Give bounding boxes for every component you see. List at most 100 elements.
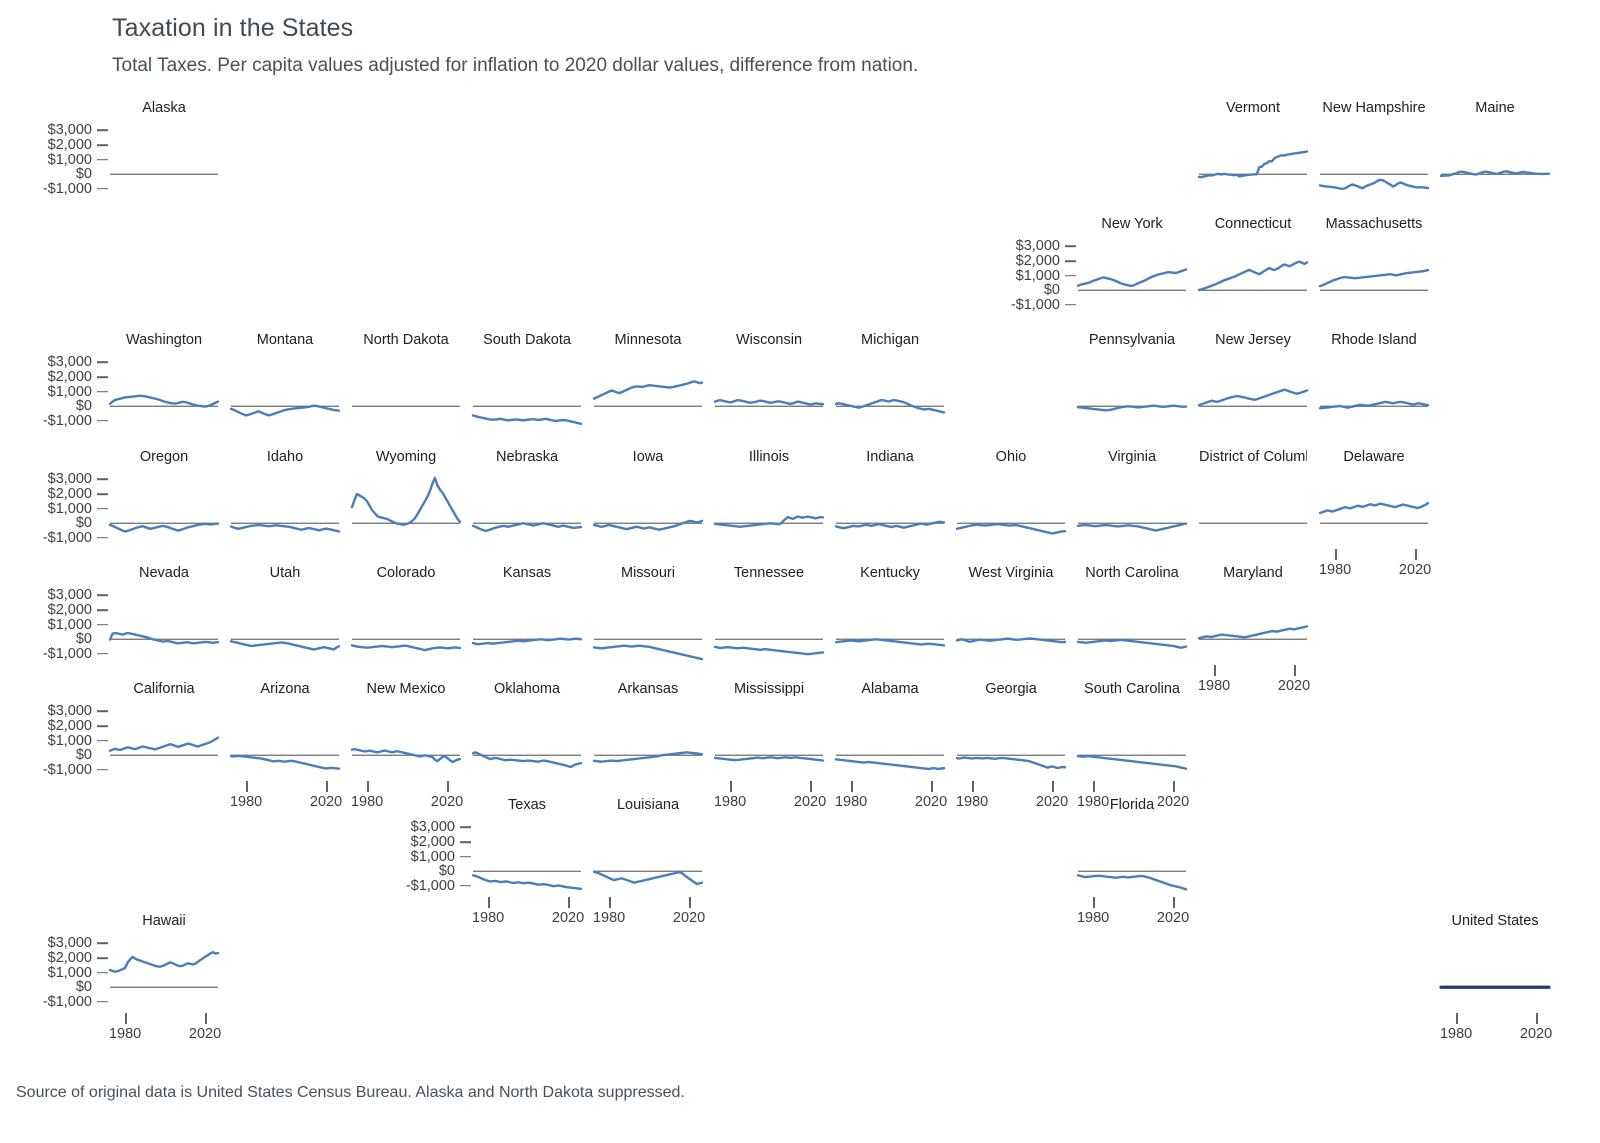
y-tick-mark: [1065, 245, 1076, 248]
y-axis: $3,000 $2,000 $1,000 $0 -$1,000: [1011, 238, 1078, 313]
panel-plot: [955, 591, 1067, 659]
x-tick-mark: [1093, 897, 1095, 908]
panel-plot: [1199, 475, 1307, 543]
panel-title: Oregon: [139, 449, 189, 465]
y-tick-label: $0: [75, 166, 92, 183]
x-tick-mark: [568, 897, 570, 908]
panel-plot: [1076, 823, 1188, 891]
panel-title: Utah: [269, 565, 301, 581]
panel-title: United States: [1451, 913, 1539, 929]
y-tick-mark: [97, 609, 108, 611]
series-line: [592, 751, 704, 763]
panel-title: Delaware: [1343, 449, 1405, 465]
x-tick-label: 1980: [955, 794, 989, 810]
panel-title: District of Columb: [1199, 449, 1307, 465]
panel-plot: [108, 591, 220, 659]
y-tick-label: $0: [438, 863, 455, 880]
x-tick-mark: [205, 1013, 207, 1024]
panel-plot: [1197, 591, 1309, 659]
panel-plot: [350, 707, 462, 775]
panel-plot: [592, 475, 704, 543]
y-axis: $3,000 $2,000 $1,000 $0 -$1,000: [43, 354, 110, 429]
panel-title: Texas: [508, 797, 546, 813]
panel-title: Connecticut: [1214, 216, 1292, 232]
panel-title: North Dakota: [363, 332, 449, 348]
x-tick-mark: [1173, 897, 1175, 908]
panel-plot: [471, 707, 583, 775]
y-tick-label: $2,000: [47, 486, 92, 502]
panel-title: Colorado: [376, 565, 436, 581]
y-tick-label: $2,000: [47, 718, 92, 734]
series-line: [713, 398, 825, 406]
series-line: [471, 874, 583, 891]
panel-title: Rhode Island: [1331, 332, 1417, 348]
y-tick-mark: [1065, 304, 1076, 306]
panel-title: Nevada: [139, 565, 189, 581]
y-tick-label: $1,000: [1015, 267, 1060, 284]
y-tick-mark: [97, 478, 108, 481]
y-tick-mark: [97, 376, 108, 378]
panel-plot: [471, 358, 583, 426]
series-line: [1318, 400, 1430, 410]
y-tick-label: $3,000: [47, 703, 92, 720]
panel-plot: [108, 358, 220, 426]
panel-title: New Hampshire: [1322, 100, 1426, 116]
x-tick-mark: [125, 1013, 127, 1024]
y-tick-label: $2,000: [47, 137, 92, 153]
series-line: [1197, 388, 1309, 407]
x-tick-mark: [810, 781, 812, 792]
series-line: [471, 414, 583, 426]
panel-title: Wisconsin: [735, 332, 803, 348]
series-line: [1197, 150, 1309, 179]
panel-plot: [229, 358, 341, 426]
y-tick-mark: [97, 144, 108, 146]
x-tick-mark: [1415, 549, 1417, 560]
series-line: [592, 380, 704, 400]
panel-plot: [229, 707, 341, 775]
x-tick-mark: [609, 897, 611, 908]
x-tick-label: 1980: [1318, 562, 1352, 578]
panel-title: Washington: [125, 332, 203, 348]
y-axis: $3,000 $2,000 $1,000 $0 -$1,000: [43, 471, 110, 546]
x-tick-label: 1980: [229, 794, 263, 810]
x-tick-mark: [1335, 549, 1337, 560]
y-tick-label: $0: [75, 398, 92, 415]
panel-title: Idaho: [266, 449, 304, 465]
panel-plot: [1318, 358, 1430, 426]
panel-plot: [713, 707, 825, 775]
x-tick-label: 2020: [1398, 562, 1432, 578]
series-line: [713, 756, 825, 762]
panel-plot: [592, 823, 704, 891]
x-tick-label: 2020: [1035, 794, 1069, 810]
series-line: [592, 870, 704, 886]
y-tick-label: $2,000: [47, 950, 92, 966]
series-line: [229, 404, 341, 417]
panel-plot: [1197, 242, 1309, 310]
panel-plot: [1439, 939, 1551, 1007]
x-tick-mark: [1093, 781, 1095, 792]
panel-title: New Mexico: [366, 681, 446, 697]
series-line: [1076, 268, 1188, 288]
panel-plot: [1197, 358, 1309, 426]
y-tick-label: $0: [1043, 282, 1060, 299]
y-tick-label: $1,000: [47, 964, 92, 981]
series-line: [350, 644, 462, 652]
y-tick-label: -$1,000: [42, 993, 92, 1010]
y-tick-mark: [97, 942, 108, 945]
y-tick-label: $1,000: [410, 848, 455, 865]
y-tick-label: $3,000: [47, 122, 92, 139]
panel-title: New Jersey: [1215, 332, 1291, 348]
y-tick-label: $3,000: [47, 471, 92, 488]
y-tick-mark: [97, 129, 108, 132]
x-tick-mark: [367, 781, 369, 792]
x-tick-mark: [931, 781, 933, 792]
panel-plot: [834, 475, 946, 543]
panel-plot: [713, 358, 825, 426]
source-note: Source of original data is United States…: [16, 1084, 685, 1101]
x-tick-mark: [1214, 665, 1216, 676]
series-line: [1197, 625, 1309, 640]
panel-plot: [592, 358, 704, 426]
y-tick-label: $0: [75, 631, 92, 648]
panel-title: Wyoming: [375, 449, 437, 465]
panel-plot: [592, 591, 704, 661]
